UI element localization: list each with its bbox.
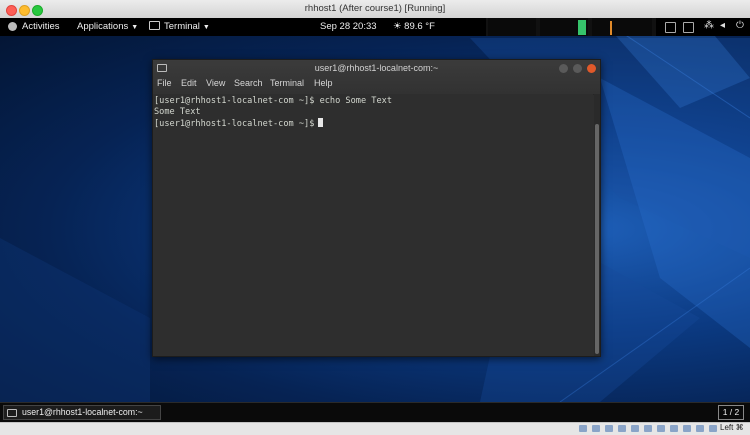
host-status-bar: Left ⌘ (0, 422, 750, 435)
usb-icon[interactable] (631, 425, 639, 432)
menu-terminal[interactable]: Terminal (270, 78, 304, 88)
terminal-app-menu[interactable]: Terminal ▼ (149, 21, 210, 32)
accessibility-icon[interactable] (683, 22, 694, 33)
minimize-button[interactable] (559, 64, 568, 73)
applications-menu[interactable]: Applications ▼ (77, 21, 138, 32)
mouse-integration-icon[interactable] (696, 425, 704, 432)
taskbar-window-label: user1@rhhost1-localnet-com:~ (22, 407, 143, 417)
terminal-prompt: [user1@rhhost1-localnet-com ~]$ (154, 119, 315, 129)
terminal-prompt-line: [user1@rhhost1-localnet-com ~]$ (154, 118, 324, 129)
weather-indicator[interactable]: ☀ 89.6 °F (393, 21, 435, 32)
keyboard-icon[interactable] (709, 425, 717, 432)
workspace-indicator[interactable]: 1 / 2 (718, 405, 744, 420)
chevron-down-icon: ▼ (202, 24, 210, 31)
scrollbar-thumb[interactable] (595, 124, 599, 354)
recording-icon[interactable] (670, 425, 678, 432)
cpu-icon[interactable] (683, 425, 691, 432)
terminal-app-label: Terminal (164, 21, 200, 32)
audio-icon[interactable] (605, 425, 613, 432)
network-icon[interactable]: ⁂ (704, 20, 714, 31)
terminal-headerbar[interactable]: user1@rhhost1-localnet-com:~ File Edit V… (153, 60, 600, 95)
terminal-icon (149, 21, 160, 30)
menu-view[interactable]: View (206, 78, 225, 88)
close-button[interactable] (587, 64, 596, 73)
terminal-icon (7, 409, 17, 417)
host-window-titlebar: rhhost1 (After course1) [Running] (0, 0, 750, 19)
terminal-window[interactable]: user1@rhhost1-localnet-com:~ File Edit V… (152, 59, 601, 357)
hdd-icon[interactable] (579, 425, 587, 432)
weather-temp: 89.6 °F (404, 21, 435, 32)
guest-desktop[interactable]: Activities Applications ▼ Terminal ▼ Sep 2… (0, 18, 750, 402)
maximize-button[interactable] (573, 64, 582, 73)
window-list-bar: user1@rhhost1-localnet-com:~ 1 / 2 (0, 402, 750, 423)
sun-cloud-icon: ☀ (393, 21, 402, 32)
display-icon[interactable] (657, 425, 665, 432)
memory-usage-bar (578, 20, 586, 35)
menu-search[interactable]: Search (234, 78, 263, 88)
menu-edit[interactable]: Edit (181, 78, 197, 88)
ime-icon[interactable] (665, 22, 676, 33)
network-graph (592, 18, 652, 36)
host-window-title: rhhost1 (After course1) [Running] (304, 3, 446, 14)
terminal-title: user1@rhhost1-localnet-com:~ (314, 63, 439, 73)
host-key-label: Left ⌘ (720, 423, 744, 432)
activities-button[interactable]: Activities (22, 21, 59, 32)
chevron-down-icon: ▼ (131, 24, 139, 31)
network-activity-bar (610, 21, 612, 35)
gnome-top-bar: Activities Applications ▼ Terminal ▼ Sep 2… (0, 18, 750, 36)
taskbar-terminal-button[interactable]: user1@rhhost1-localnet-com:~ (3, 405, 161, 420)
terminal-line: Some Text (154, 107, 201, 117)
cpu-graph (488, 18, 536, 36)
network-adapter-icon[interactable] (618, 425, 626, 432)
power-icon[interactable]: ⏻ (736, 20, 744, 31)
shared-folder-icon[interactable] (644, 425, 652, 432)
applications-label: Applications (77, 21, 129, 32)
menu-file[interactable]: File (157, 78, 172, 88)
text-cursor (318, 118, 324, 127)
terminal-output[interactable]: [user1@rhhost1-localnet-com ~]$ echo Som… (153, 94, 593, 356)
terminal-line: [user1@rhhost1-localnet-com ~]$ echo Som… (154, 96, 392, 106)
optical-drive-icon[interactable] (592, 425, 600, 432)
volume-icon[interactable]: ◂ (720, 20, 725, 31)
menu-help[interactable]: Help (314, 78, 333, 88)
distro-logo-icon (8, 22, 17, 31)
clock[interactable]: Sep 28 20:33 (320, 21, 377, 32)
